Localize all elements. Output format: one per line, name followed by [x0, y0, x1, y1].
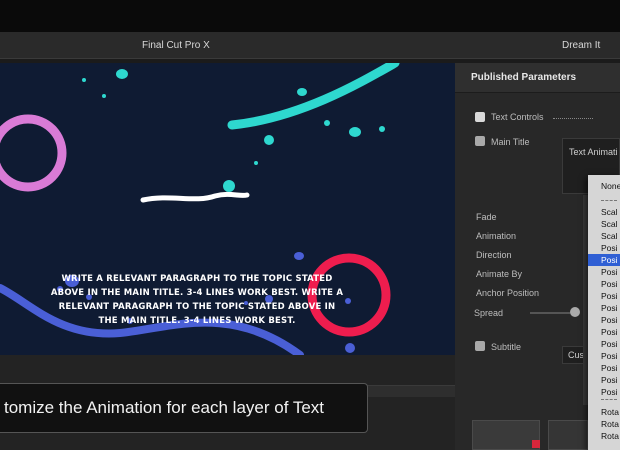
dropdown-item[interactable]: Posi: [588, 302, 620, 314]
dropdown-item[interactable]: Posi: [588, 314, 620, 326]
teal-blob: [116, 69, 128, 79]
dropdown-item[interactable]: Posi: [588, 242, 620, 254]
text-controls-checkbox[interactable]: [475, 112, 485, 122]
browser-thumbnail[interactable]: [548, 420, 588, 450]
subtitle-checkbox[interactable]: [475, 341, 485, 351]
dropdown-item[interactable]: Posi: [588, 266, 620, 278]
spread-slider-knob[interactable]: [570, 307, 580, 317]
teal-blob: [102, 94, 106, 98]
teal-blob: [264, 135, 274, 145]
red-flag-icon: [532, 440, 540, 448]
teal-blob: [254, 161, 258, 165]
teal-blob: [349, 127, 361, 137]
dropdown-item[interactable]: Rota: [588, 430, 620, 442]
project-title: Dream It: [562, 40, 601, 51]
dropdown-item[interactable]: Posi: [588, 374, 620, 386]
dropdown-separator: [601, 200, 617, 201]
browser-thumbnail[interactable]: [472, 420, 540, 450]
dropdown-item[interactable]: Scal: [588, 206, 620, 218]
dropdown-item[interactable]: Posi: [588, 350, 620, 362]
param-fade-label: Fade: [476, 212, 497, 222]
inspector-title: Published Parameters: [471, 72, 577, 83]
blue-blob: [294, 252, 304, 260]
dropdown-item[interactable]: Posi: [588, 338, 620, 350]
param-spread-label: Spread: [474, 308, 504, 318]
teal-blob: [82, 78, 86, 82]
dropdown-item[interactable]: Posi: [588, 278, 620, 290]
dropdown-item[interactable]: Rota: [588, 418, 620, 430]
dropdown-separator: [601, 399, 617, 400]
text-controls-label: Text Controls: [491, 112, 544, 122]
teal-blob: [324, 120, 330, 126]
teal-blob: [297, 88, 307, 96]
text-animation-value: Text Animati: [569, 147, 618, 157]
main-title-checkbox[interactable]: [475, 136, 485, 146]
app-title: Final Cut Pro X: [142, 40, 210, 51]
tutorial-caption: tomize the Animation for each layer of T…: [0, 383, 368, 433]
pink-ring-shape: [0, 114, 67, 192]
body-paragraph: Write a relevant paragraph to the topic …: [50, 274, 344, 326]
spread-slider-track[interactable]: [530, 312, 570, 314]
dropdown-item-none[interactable]: None: [588, 180, 620, 192]
caption-text: tomize the Animation for each layer of T…: [4, 398, 325, 417]
dropdown-item[interactable]: Posi: [588, 290, 620, 302]
video-viewer[interactable]: Write a relevant paragraph to the topic …: [0, 63, 455, 355]
dropdown-item[interactable]: Posi: [588, 386, 620, 398]
subtitle-animation-value: Cus: [568, 350, 585, 360]
dropdown-item[interactable]: Posi: [588, 254, 620, 266]
window-title-bar: Final Cut Pro X Dream It: [0, 33, 620, 59]
inspector-header: Published Parameters: [455, 63, 620, 93]
dropdown-item[interactable]: Scal: [588, 230, 620, 242]
dropdown-item[interactable]: Posi: [588, 326, 620, 338]
param-animate-by-label: Animate By: [476, 269, 523, 279]
teal-blob: [223, 180, 235, 192]
animation-dropdown-menu[interactable]: None Scal Scal Scal Posi Posi Posi Posi Posi Pos…: [588, 175, 620, 450]
param-anchor-position-label: Anchor Position: [476, 288, 540, 298]
dropdown-item[interactable]: Rota: [588, 406, 620, 418]
dropdown-item[interactable]: Scal: [588, 218, 620, 230]
blue-blob: [345, 343, 355, 353]
main-title-label: Main Title: [491, 137, 530, 147]
subtitle-label: Subtitle: [491, 342, 522, 352]
teal-wave-shape: [227, 63, 400, 130]
teal-blob: [379, 126, 385, 132]
top-toolbar: [0, 0, 620, 33]
param-animation-label: Animation: [476, 231, 517, 241]
dotted-leader: [553, 118, 593, 119]
title-underline-shape: [140, 191, 250, 203]
dropdown-item[interactable]: Posi: [588, 362, 620, 374]
param-direction-label: Direction: [476, 250, 512, 260]
